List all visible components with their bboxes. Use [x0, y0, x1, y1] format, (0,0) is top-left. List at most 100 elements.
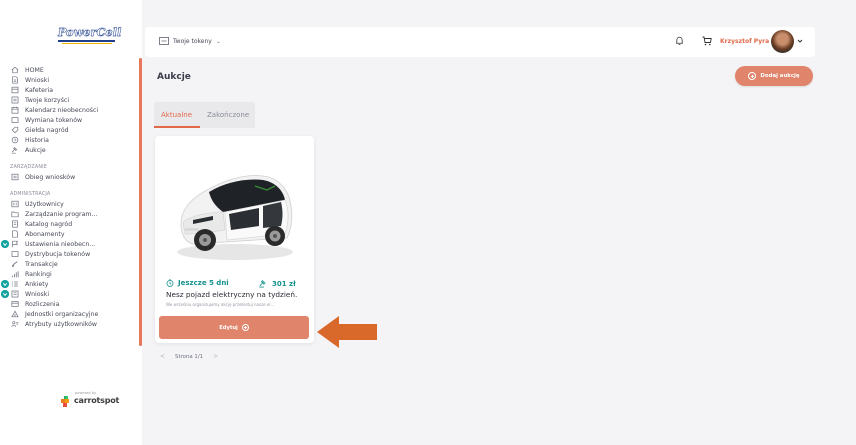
- sidebar-item-ankiety[interactable]: Ankiety: [10, 279, 48, 289]
- sidebar-item-home[interactable]: HOME: [10, 65, 44, 75]
- sidebar-item-gielda-nagrod[interactable]: Giełda nagród: [10, 125, 69, 135]
- sidebar-item-label: Historia: [25, 136, 49, 144]
- sidebar-item-wnioski[interactable]: Wnioski: [10, 75, 49, 85]
- distribution-icon: [10, 250, 19, 259]
- users-icon: [10, 200, 19, 209]
- sidebar-item-label: Atrybuty użytkowników: [25, 320, 97, 328]
- carrotspot-logo-icon: [60, 393, 72, 407]
- chevron-down-icon[interactable]: [797, 38, 803, 44]
- sidebar-item-abonamenty[interactable]: Abonamenty: [10, 229, 65, 239]
- catalog-icon: [10, 220, 19, 229]
- benefits-icon: [10, 96, 19, 105]
- auction-image-electric-car: [177, 175, 293, 260]
- price-label: 301 zł: [272, 279, 296, 288]
- sidebar-scrollbar[interactable]: [139, 58, 142, 346]
- section-heading-management: ZARZĄDZANIE: [10, 165, 47, 170]
- sidebar-item-kalendarz[interactable]: Kalendarz nieobecności: [10, 105, 98, 115]
- sidebar-item-label: Wnioski: [25, 290, 50, 298]
- section-heading-admin: ADMINISTRACJA: [10, 192, 51, 197]
- surveys-badge-icon: [1, 280, 9, 288]
- calendar-icon: [10, 106, 19, 115]
- document-icon: [10, 290, 19, 299]
- tokens-dropdown[interactable]: Twoje tokeny ⌄: [159, 37, 221, 45]
- cart-icon[interactable]: [702, 36, 712, 46]
- sidebar-item-label: Transakcje: [25, 260, 58, 268]
- sidebar-item-label: Katalog nagród: [25, 220, 73, 228]
- edit-button-label: Edytuj: [219, 324, 238, 331]
- auction-card[interactable]: Jeszcze 5 dni 301 zł Nesz pojazd elektry…: [155, 136, 314, 343]
- workflow-icon: [10, 173, 19, 182]
- subscription-icon: [10, 230, 19, 239]
- sidebar-item-label: Kalendarz nieobecności: [25, 106, 99, 114]
- sidebar-item-historia[interactable]: Historia: [10, 135, 49, 145]
- requests-badge-icon: [1, 290, 9, 298]
- bell-icon[interactable]: [675, 36, 684, 46]
- add-auction-label: Dodaj aukcję: [760, 73, 800, 79]
- time-left: Jeszcze 5 dni: [166, 279, 229, 287]
- sidebar-item-zarzadzanie-program[interactable]: Zarządzanie program...: [10, 209, 97, 219]
- card-icon: [10, 300, 19, 309]
- powered-by-carrotspot: powered by carrotspot: [60, 391, 120, 411]
- sidebar-item-aukcje[interactable]: Aukcje: [10, 145, 46, 155]
- grid-icon: [10, 86, 19, 95]
- avatar[interactable]: [771, 30, 794, 53]
- hammer-icon: [10, 146, 19, 155]
- sidebar: PowerCell HOME Wnioski Kafeteria Twoje k…: [0, 0, 142, 445]
- hammer-icon: [259, 280, 266, 288]
- left-arrow-annotation-icon: [317, 316, 377, 348]
- pagination: < Strona 1/1 >: [160, 353, 218, 360]
- tokens-label: Twoje tokeny: [173, 37, 212, 45]
- sidebar-item-rozliczenia[interactable]: Rozliczenia: [10, 299, 59, 309]
- powered-by-label: powered by: [75, 391, 97, 395]
- sidebar-item-ustawienia-nieobecnosci[interactable]: Ustawienia nieobecn...: [10, 239, 95, 249]
- tabs-bar: Aktualne Zakończone: [154, 102, 255, 128]
- sidebar-item-label: Abonamenty: [25, 230, 65, 238]
- sidebar-item-uzytkownicy[interactable]: Użytkownicy: [10, 199, 64, 209]
- sidebar-item-jednostki-organizacyjne[interactable]: Jednostki organizacyjne: [10, 309, 98, 319]
- sidebar-item-transakcje[interactable]: Transakcje: [10, 259, 58, 269]
- exchange-icon: [10, 116, 19, 125]
- tab-aktualne[interactable]: Aktualne: [161, 111, 192, 119]
- carrotspot-brand: carrotspot: [74, 396, 120, 405]
- sidebar-item-label: Dystrybucja tokenów: [25, 250, 91, 258]
- wallet-icon: [159, 37, 169, 45]
- flag-icon: [10, 240, 19, 249]
- next-page-button[interactable]: >: [213, 353, 218, 360]
- sidebar-item-label: Rankingi: [25, 270, 52, 278]
- org-icon: [10, 310, 19, 319]
- settings-badge-icon: [1, 240, 9, 248]
- sidebar-item-wymiana-tokenow[interactable]: Wymiana tokenów: [10, 115, 82, 125]
- home-icon: [10, 66, 19, 75]
- sidebar-item-atrybuty-uzytkownikow[interactable]: Atrybuty użytkowników: [10, 319, 97, 329]
- transactions-icon: [10, 260, 19, 269]
- logo-text: PowerCell: [58, 26, 122, 39]
- app-root: PowerCell HOME Wnioski Kafeteria Twoje k…: [0, 0, 856, 445]
- sidebar-item-label: HOME: [25, 66, 44, 74]
- sidebar-item-kafeteria[interactable]: Kafeteria: [10, 85, 53, 95]
- user-name[interactable]: Krzysztof Pyra: [720, 38, 769, 45]
- sidebar-item-label: Rozliczenia: [25, 300, 60, 308]
- page-title: Aukcje: [157, 72, 191, 82]
- sidebar-item-rankingi[interactable]: Rankingi: [10, 269, 52, 279]
- auction-price: 301 zł: [258, 279, 296, 288]
- prev-page-button[interactable]: <: [160, 353, 165, 360]
- sidebar-item-twoje-korzysci[interactable]: Twoje korzyści: [10, 95, 69, 105]
- sidebar-item-label: Aukcje: [25, 146, 46, 154]
- sidebar-item-katalog-nagrod[interactable]: Katalog nagród: [10, 219, 72, 229]
- sidebar-item-obieg-wnioskow[interactable]: Obieg wniosków: [10, 172, 75, 182]
- document-icon: [10, 76, 19, 85]
- app-logo[interactable]: PowerCell: [58, 26, 122, 44]
- folder-icon: [10, 210, 19, 219]
- stopwatch-icon: [166, 279, 174, 287]
- sidebar-item-label: Giełda nagród: [25, 126, 69, 134]
- auction-description: We wrześniu organizujemy akcję przetestu…: [166, 302, 275, 307]
- sidebar-item-dystrybucja-tokenow[interactable]: Dystrybucja tokenów: [10, 249, 90, 259]
- sidebar-item-label: Kafeteria: [25, 86, 54, 94]
- add-auction-button[interactable]: Dodaj aukcję: [735, 66, 813, 86]
- tab-zakonczone[interactable]: Zakończone: [207, 111, 249, 119]
- sidebar-item-label: Obieg wniosków: [25, 173, 76, 181]
- edit-auction-button[interactable]: Edytuj: [159, 316, 309, 339]
- time-left-label: Jeszcze 5 dni: [178, 279, 229, 287]
- top-bar: Twoje tokeny ⌄ Krzysztof Pyra: [145, 27, 815, 57]
- sidebar-item-admin-wnioski[interactable]: Wnioski: [10, 289, 49, 299]
